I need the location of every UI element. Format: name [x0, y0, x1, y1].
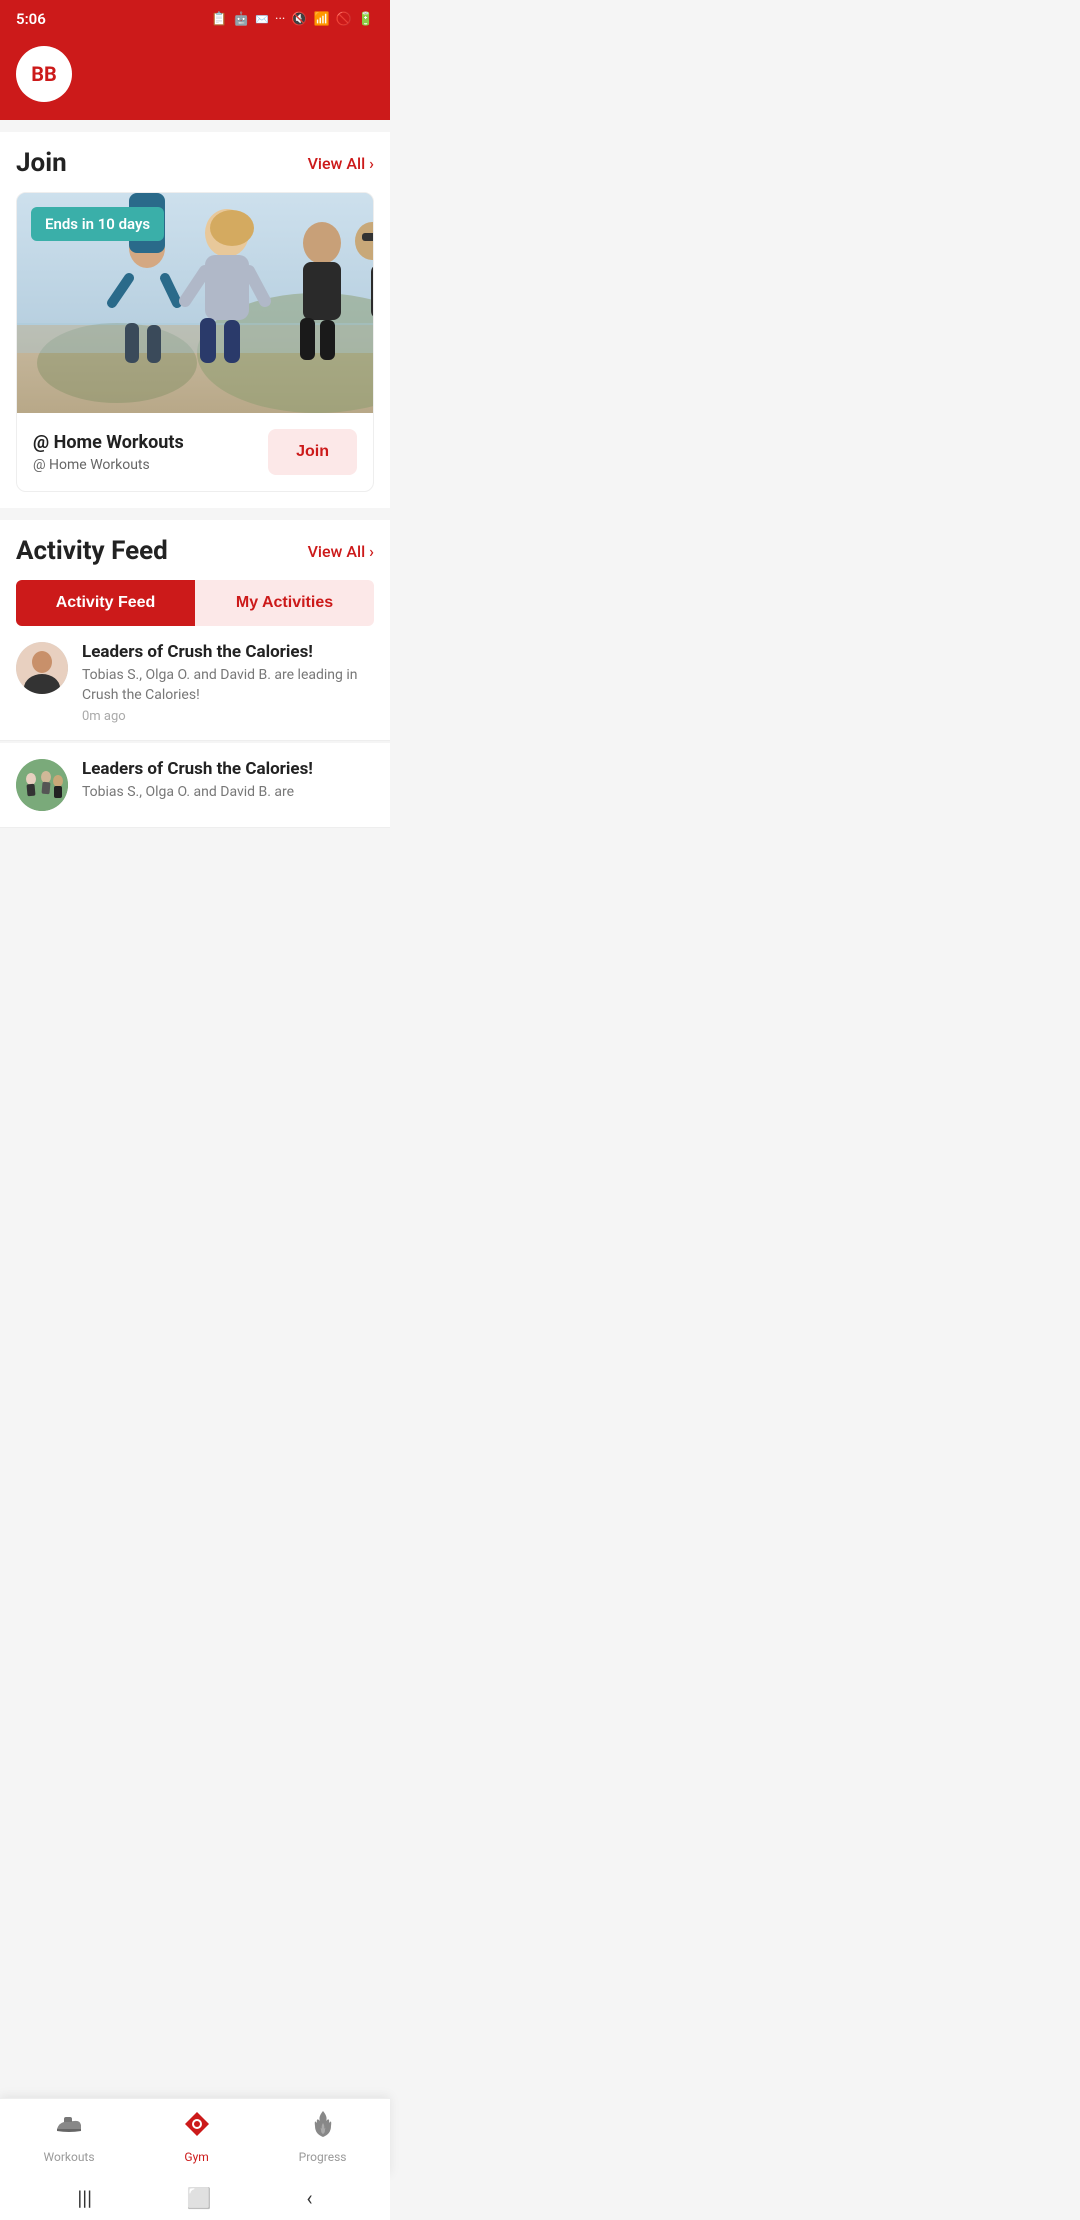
- activity-feed-title: Activity Feed: [16, 536, 168, 566]
- challenge-image: Ends in 10 days: [17, 193, 373, 413]
- home-button[interactable]: ⬜: [187, 2186, 212, 2210]
- wifi-icon: 📶: [313, 12, 329, 27]
- join-view-all[interactable]: View All ›: [308, 154, 374, 173]
- status-icons: 📋 🤖 ✉️ ··· 🔇 📶 🚫 🔋: [211, 12, 374, 27]
- tab-my-activities[interactable]: My Activities: [195, 580, 374, 626]
- recent-apps-button[interactable]: |||: [77, 2186, 92, 2210]
- activity-time-1: 0m ago: [82, 709, 374, 724]
- join-view-all-label: View All: [308, 154, 366, 173]
- battery-icon: 🔋: [358, 12, 374, 27]
- avatar-svg-2: [16, 759, 68, 811]
- challenge-info: @ Home Workouts @ Home Workouts Join: [17, 413, 373, 491]
- progress-label: Progress: [299, 2150, 347, 2164]
- join-section-header: Join View All ›: [16, 148, 374, 178]
- clipboard-icon: 📋: [211, 12, 227, 27]
- progress-icon: [308, 2109, 338, 2146]
- content-padding: [0, 830, 390, 950]
- join-section: Join View All ›: [0, 132, 390, 508]
- activity-item: Leaders of Crush the Calories! Tobias S.…: [0, 626, 390, 741]
- gym-icon: [182, 2109, 212, 2146]
- activity-tabs: Activity Feed My Activities: [16, 580, 374, 626]
- activity-chevron-icon: ›: [369, 542, 374, 561]
- avatar-svg-1: [16, 642, 68, 694]
- header: BB: [0, 36, 390, 120]
- activity-desc-1: Tobias S., Olga O. and David B. are lead…: [82, 666, 374, 705]
- flame-icon: [308, 2109, 338, 2139]
- activity-feed-section: Activity Feed View All › Activity Feed M…: [0, 520, 390, 828]
- activity-avatar-1: [16, 642, 68, 694]
- avatar[interactable]: BB: [16, 46, 72, 102]
- challenge-badge: Ends in 10 days: [31, 207, 164, 241]
- join-chevron-icon: ›: [369, 154, 374, 173]
- challenge-text: @ Home Workouts @ Home Workouts: [33, 432, 184, 473]
- challenge-subtitle: @ Home Workouts: [33, 457, 184, 473]
- challenge-title: @ Home Workouts: [33, 432, 184, 453]
- robot-icon: 🤖: [233, 12, 249, 27]
- join-title: Join: [16, 148, 67, 178]
- status-bar: 5:06 📋 🤖 ✉️ ··· 🔇 📶 🚫 🔋: [0, 0, 390, 36]
- join-button[interactable]: Join: [268, 429, 357, 475]
- activity-desc-2: Tobias S., Olga O. and David B. are: [82, 783, 313, 803]
- system-nav: ||| ⬜ ‹: [0, 2176, 390, 2220]
- workouts-icon: [54, 2109, 84, 2146]
- bottom-nav: Workouts Gym Progress: [0, 2098, 390, 2176]
- shoe-icon: [54, 2109, 84, 2139]
- activity-title-1: Leaders of Crush the Calories!: [82, 642, 374, 662]
- activity-content-1: Leaders of Crush the Calories! Tobias S.…: [82, 642, 374, 724]
- nav-progress[interactable]: Progress: [299, 2109, 347, 2164]
- challenge-card: Ends in 10 days @ Home Workouts @ Home W…: [16, 192, 374, 492]
- activity-view-all[interactable]: View All ›: [308, 542, 374, 561]
- mute-icon: 🔇: [291, 12, 307, 27]
- activity-list: Leaders of Crush the Calories! Tobias S.…: [0, 626, 390, 828]
- back-button[interactable]: ‹: [307, 2186, 313, 2210]
- nav-workouts[interactable]: Workouts: [44, 2109, 95, 2164]
- activity-title-2: Leaders of Crush the Calories!: [82, 759, 313, 779]
- activity-feed-header: Activity Feed View All ›: [16, 536, 374, 566]
- status-time: 5:06: [16, 10, 46, 28]
- activity-avatar-2: [16, 759, 68, 811]
- activity-item-2: Leaders of Crush the Calories! Tobias S.…: [0, 743, 390, 828]
- gym-diamond-icon: [182, 2109, 212, 2139]
- tab-activity-feed[interactable]: Activity Feed: [16, 580, 195, 626]
- nav-gym[interactable]: Gym: [182, 2109, 212, 2164]
- activity-avatar-img-2: [16, 759, 68, 811]
- workouts-label: Workouts: [44, 2150, 95, 2164]
- activity-content-2: Leaders of Crush the Calories! Tobias S.…: [82, 759, 313, 807]
- gym-label: Gym: [184, 2150, 208, 2164]
- block-icon: 🚫: [336, 12, 352, 27]
- activity-view-all-label: View All: [308, 542, 366, 561]
- activity-avatar-img-1: [16, 642, 68, 694]
- more-icon: ···: [275, 12, 285, 27]
- main-content: Join View All ›: [0, 132, 390, 950]
- notification-icon: ✉️: [255, 13, 269, 26]
